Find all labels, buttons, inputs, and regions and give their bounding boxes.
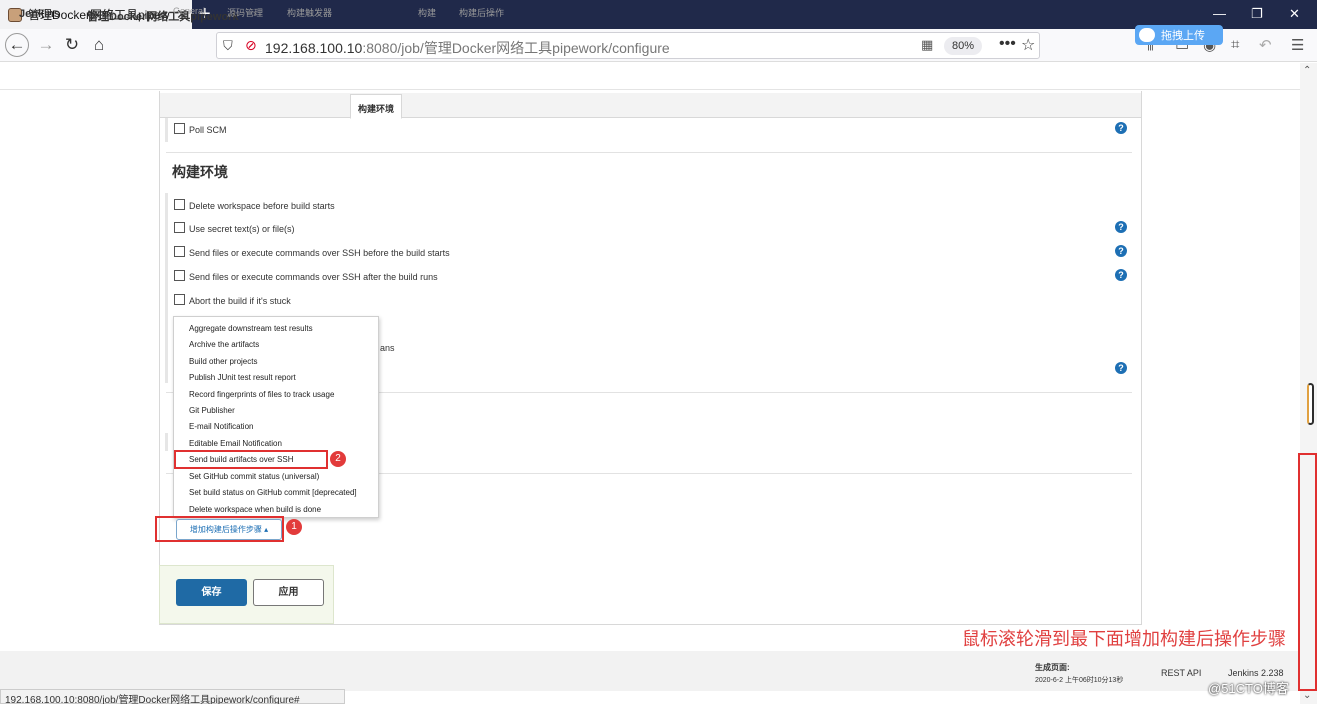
menu-item-build-other-projects[interactable]: Build other projects [189, 357, 257, 366]
shield-icon[interactable]: ⛉ [223, 38, 233, 54]
tab-source-control[interactable]: 源码管理 [227, 6, 263, 19]
url-path: :8080/job/管理Docker网络工具pipework/configure [362, 40, 670, 56]
breadcrumb [0, 63, 1300, 90]
close-window-icon[interactable]: ✕ [1289, 6, 1300, 22]
drag-upload-label: 拖拽上传 [1161, 30, 1205, 42]
ssh-after-build-checkbox[interactable] [174, 270, 185, 281]
secret-text-checkbox[interactable] [174, 222, 185, 233]
menu-item-email-notification[interactable]: E-mail Notification [189, 422, 253, 431]
menu-icon[interactable]: ☰ [1291, 36, 1304, 54]
menu-item-junit-report[interactable]: Publish JUnit test result report [189, 373, 296, 382]
help-icon[interactable]: ? [1115, 221, 1127, 233]
breadcrumb-chevron-icon: › [73, 8, 76, 18]
generated-time: 2020-6-2 上午06时10分13秒 [1035, 677, 1124, 684]
insecure-lock-icon[interactable]: ⊘ [245, 37, 257, 54]
save-button[interactable]: 保存 [176, 579, 247, 606]
partial-option-label: ans [380, 343, 395, 353]
highlight-box-scroll [1298, 453, 1317, 691]
minimize-icon[interactable]: — [1213, 6, 1226, 21]
more-icon[interactable]: ••• [999, 35, 1016, 53]
highlight-box-ssh [174, 450, 328, 469]
cloud-icon [1139, 28, 1155, 42]
delete-workspace-checkbox[interactable] [174, 199, 185, 210]
url-host: 192.168.100.10 [265, 40, 363, 56]
page-footer [0, 651, 1300, 691]
config-tab-strip [160, 93, 1141, 118]
poll-scm-checkbox[interactable] [174, 123, 185, 134]
post-build-menu: Aggregate downstream test results Archiv… [173, 316, 379, 518]
scroll-thumb[interactable] [1307, 383, 1314, 425]
secret-text-label: Use secret text(s) or file(s) [189, 224, 295, 234]
step-badge-2: 2 [330, 451, 346, 467]
abort-stuck-checkbox[interactable] [174, 294, 185, 305]
tab-build-triggers[interactable]: 构建触发器 [287, 6, 332, 19]
add-post-build-step-button[interactable]: 增加构建后操作步骤 ▴ [176, 519, 282, 540]
menu-item-github-status-deprecated[interactable]: Set build status on GitHub commit [depre… [189, 488, 357, 497]
undo-icon[interactable]: ↶ [1259, 36, 1272, 54]
scroll-down-icon[interactable]: ⌄ [1303, 690, 1311, 701]
poll-scm-label: Poll SCM [189, 125, 227, 135]
url-bar[interactable]: ⛉ ⊘ 192.168.100.10:8080/job/管理Docker网络工具… [216, 32, 1040, 59]
ssh-before-build-checkbox[interactable] [174, 246, 185, 257]
help-icon[interactable]: ? [1115, 122, 1127, 134]
reload-icon[interactable]: ↻ [60, 33, 84, 57]
url-text[interactable]: 192.168.100.10:8080/job/管理Docker网络工具pipe… [265, 38, 670, 58]
tab-build[interactable]: 构建 [418, 6, 436, 19]
ssh-after-build-label: Send files or execute commands over SSH … [189, 272, 438, 282]
tab-build-environment[interactable]: 构建环境 [350, 94, 403, 119]
scroll-up-icon[interactable]: ⌃ [1303, 65, 1311, 76]
back-icon[interactable]: ← [5, 33, 29, 57]
step-badge-1: 1 [286, 519, 302, 535]
menu-item-aggregate-tests[interactable]: Aggregate downstream test results [189, 324, 313, 333]
section-indent-line [165, 433, 168, 451]
section-divider [166, 152, 1132, 153]
menu-item-delete-workspace[interactable]: Delete workspace when build is done [189, 505, 321, 514]
help-icon[interactable]: ? [1115, 362, 1127, 374]
zoom-level[interactable]: 80% [944, 37, 982, 55]
home-icon[interactable]: ⌂ [87, 33, 111, 57]
breadcrumb-job[interactable]: 管理Docker网络工具pipework [87, 8, 239, 24]
menu-item-git-publisher[interactable]: Git Publisher [189, 406, 235, 415]
drag-upload-button[interactable]: 拖拽上传 [1135, 25, 1223, 45]
tab-post-build[interactable]: 构建后操作 [459, 6, 504, 19]
breadcrumb-jenkins[interactable]: Jenkins [19, 8, 60, 20]
qr-code-icon[interactable]: ▦ [921, 37, 933, 53]
section-indent-line [165, 193, 168, 383]
forward-icon[interactable]: → [34, 33, 58, 57]
section-indent-line [165, 118, 168, 142]
help-icon[interactable]: ? [1115, 269, 1127, 281]
help-icon[interactable]: ? [1115, 245, 1127, 257]
tab-general[interactable]: General [173, 6, 205, 16]
rest-api-link[interactable]: REST API [1161, 668, 1201, 678]
bookmark-star-icon[interactable]: ☆ [1021, 35, 1035, 55]
generated-label: 生成页面: [1035, 663, 1070, 672]
status-bar-url: 192.168.100.10:8080/job/管理Docker网络工具pipe… [0, 689, 345, 704]
ssh-before-build-label: Send files or execute commands over SSH … [189, 248, 450, 258]
screenshot-icon[interactable]: ⌗ [1231, 36, 1239, 53]
jenkins-version-link[interactable]: Jenkins 2.238 [1228, 668, 1284, 678]
menu-item-record-fingerprints[interactable]: Record fingerprints of files to track us… [189, 390, 334, 399]
menu-item-archive-artifacts[interactable]: Archive the artifacts [189, 340, 259, 349]
section-title-build-env: 构建环境 [172, 164, 228, 180]
watermark: @51CTO博客 [1208, 681, 1289, 696]
delete-workspace-label: Delete workspace before build starts [189, 201, 335, 211]
abort-stuck-label: Abort the build if it's stuck [189, 296, 291, 306]
maximize-icon[interactable]: ❐ [1251, 6, 1263, 22]
apply-button[interactable]: 应用 [253, 579, 324, 606]
menu-item-github-status[interactable]: Set GitHub commit status (universal) [189, 472, 319, 481]
menu-item-editable-email[interactable]: Editable Email Notification [189, 439, 282, 448]
instruction-annotation: 鼠标滚轮滑到最下面增加构建后操作步骤 [962, 629, 1286, 649]
